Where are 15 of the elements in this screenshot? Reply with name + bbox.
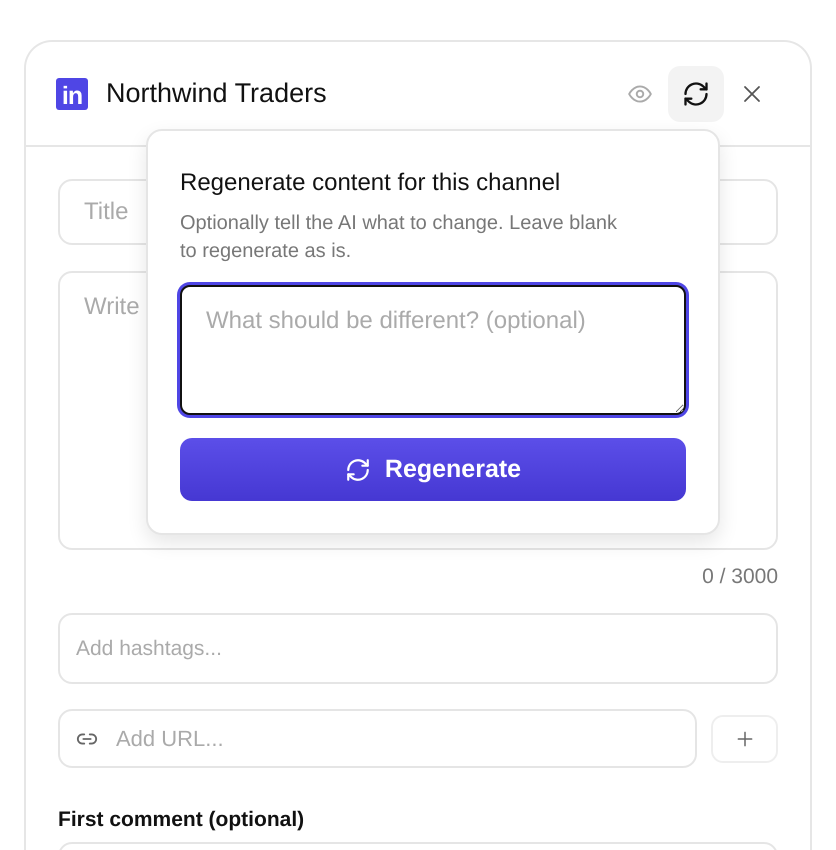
linkedin-logo: in xyxy=(56,78,88,110)
refresh-icon xyxy=(344,456,371,482)
plus-icon xyxy=(734,728,754,748)
regenerate-button[interactable]: Regenerate xyxy=(180,438,686,501)
char-count: 0 / 3000 xyxy=(702,565,778,589)
regenerate-button[interactable] xyxy=(668,66,724,122)
channel-title: Northwind Traders xyxy=(106,78,328,109)
first-comment-label: First comment (optional) xyxy=(58,808,306,832)
prompt-field[interactable]: What should be different? (optional) xyxy=(180,285,686,415)
add-url-button[interactable] xyxy=(711,714,778,762)
hashtags-field[interactable]: Add hashtags... xyxy=(58,613,778,684)
popover-title: Regenerate content for this channel xyxy=(180,169,562,197)
url-field[interactable]: Add URL... xyxy=(58,709,697,768)
refresh-icon xyxy=(682,80,710,108)
popover-description: Optionally tell the AI what to change. Leave blank to regenerate as is. xyxy=(180,211,618,264)
